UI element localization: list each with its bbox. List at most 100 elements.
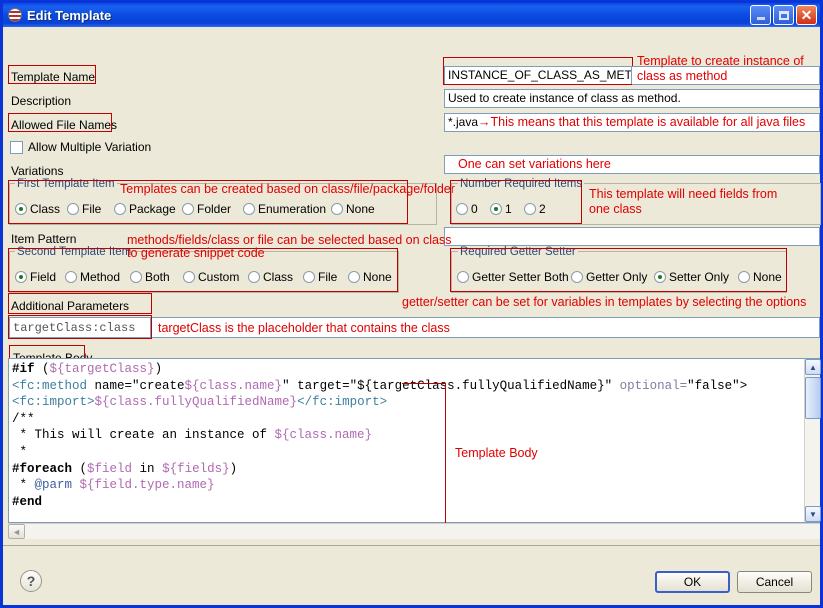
radio-dot-icon — [182, 203, 194, 215]
radio-second-class[interactable]: Class — [248, 270, 293, 284]
allow-multiple-variation-label: Allow Multiple Variation — [28, 140, 152, 154]
template-name-input[interactable]: INSTANCE_OF_CLASS_AS_METHOD — [444, 66, 632, 85]
chevron-left-icon: ◄ — [12, 526, 21, 537]
additional-parameters-annotation: targetClass is the placeholder that cont… — [158, 321, 450, 335]
code-line: <fc:method name="create${class.name}" ta… — [12, 378, 747, 395]
code-token: " — [282, 378, 298, 393]
code-token: * — [12, 444, 28, 459]
radio-setter-only[interactable]: Setter Only — [654, 270, 729, 284]
ok-button-label: OK — [683, 575, 702, 589]
code-token: "false" — [687, 378, 740, 393]
item-pattern-input[interactable] — [444, 227, 820, 246]
radio-dot-icon — [457, 271, 469, 283]
code-token: ${fields} — [162, 461, 230, 476]
radio-second-method[interactable]: Method — [65, 270, 120, 284]
radio-dot-icon — [243, 203, 255, 215]
code-token: "create — [132, 378, 185, 393]
help-button[interactable]: ? — [20, 570, 42, 592]
radio-getter-setter-both-label: Getter Setter Both — [472, 270, 569, 284]
chevron-down-icon: ▼ — [809, 509, 817, 519]
description-input[interactable]: Used to create instance of class as meth… — [444, 89, 820, 108]
allowed-file-names-label: Allowed File Names — [11, 118, 118, 132]
window-title: Edit Template — [27, 7, 112, 23]
vertical-scroll-thumb[interactable] — [805, 377, 821, 419]
minimize-icon — [756, 17, 765, 20]
edit-template-window: Edit Template ✕ Template Name INSTANCE_O… — [0, 0, 823, 608]
radio-getter-setter-both[interactable]: Getter Setter Both — [457, 270, 569, 284]
additional-parameters-input[interactable]: targetClass:class — [9, 317, 151, 338]
radio-getter-only-label: Getter Only — [586, 270, 648, 284]
close-icon: ✕ — [800, 7, 813, 23]
code-line: * This will create an instance of ${clas… — [12, 427, 747, 444]
help-icon: ? — [26, 573, 36, 589]
code-token: </fc:import> — [297, 395, 388, 410]
allow-multiple-variation-row[interactable]: Allow Multiple Variation — [10, 140, 151, 154]
code-token: ${field.type.name} — [79, 478, 215, 493]
radio-getter-only[interactable]: Getter Only — [571, 270, 647, 284]
code-token: #end — [12, 494, 43, 509]
code-token: target= — [297, 378, 350, 393]
allowed-file-names-value: *.java — [448, 115, 479, 129]
radio-second-none[interactable]: None — [348, 270, 392, 284]
allow-multiple-variation-checkbox[interactable] — [10, 140, 23, 154]
template-body-bracket-side — [445, 383, 446, 528]
radio-second-custom-label: Custom — [198, 270, 240, 284]
allowed-file-names-input[interactable]: *.java→This means that this template is … — [444, 113, 820, 132]
variations-annotation: One can set variations here — [458, 157, 611, 171]
template-body-horizontal-scrollbar[interactable]: ◄ — [8, 523, 820, 539]
radio-second-custom[interactable]: Custom — [183, 270, 239, 284]
radio-first-none[interactable]: None — [331, 202, 375, 216]
code-token: ( — [79, 461, 88, 476]
radio-second-file[interactable]: File — [303, 270, 337, 284]
allowed-file-names-annotation: →This means that this template is availa… — [478, 115, 806, 129]
code-token: @parm — [34, 478, 80, 493]
maximize-icon — [778, 10, 789, 20]
radio-required-1[interactable]: 1 — [490, 202, 512, 216]
code-line: #if (${targetClass}) — [12, 361, 747, 378]
template-name-annotation-line2: class as method — [637, 69, 728, 83]
scroll-up-button[interactable]: ▲ — [805, 359, 821, 375]
code-token: name= — [94, 378, 133, 393]
cancel-button[interactable]: Cancel — [737, 571, 812, 593]
radio-first-file[interactable]: File — [67, 202, 101, 216]
radio-required-2[interactable]: 2 — [524, 202, 546, 216]
number-required-items-group-title: Number Required Items — [458, 178, 585, 190]
scroll-left-button[interactable]: ◄ — [8, 524, 25, 539]
radio-second-both[interactable]: Both — [130, 270, 170, 284]
radio-first-folder[interactable]: Folder — [182, 202, 231, 216]
cancel-button-label: Cancel — [755, 575, 794, 589]
radio-required-0-label: 0 — [471, 202, 478, 216]
radio-required-0[interactable]: 0 — [456, 202, 478, 216]
code-token: > — [739, 378, 748, 393]
maximize-button[interactable] — [773, 5, 794, 25]
code-line: #end — [12, 494, 747, 511]
radio-getter-setter-none[interactable]: None — [738, 270, 782, 284]
minimize-button[interactable] — [750, 5, 771, 25]
radio-second-field[interactable]: Field — [15, 270, 56, 284]
code-token: ${class.name} — [274, 428, 373, 443]
ok-button[interactable]: OK — [655, 571, 730, 593]
template-body-code[interactable]: #if (${targetClass}) <fc:method name="cre… — [12, 361, 747, 510]
radio-dot-icon — [248, 271, 260, 283]
chevron-up-icon: ▲ — [809, 362, 817, 372]
radio-dot-icon — [490, 203, 502, 215]
radio-required-1-label: 1 — [505, 202, 512, 216]
radio-second-field-label: Field — [30, 270, 57, 284]
radio-first-class[interactable]: Class — [15, 202, 60, 216]
radio-getter-setter-none-label: None — [753, 270, 782, 284]
radio-first-package[interactable]: Package — [114, 202, 176, 216]
radio-dot-icon — [183, 271, 195, 283]
radio-setter-only-label: Setter Only — [669, 270, 730, 284]
radio-dot-icon — [15, 203, 27, 215]
radio-dot-icon — [654, 271, 666, 283]
radio-first-none-label: None — [346, 202, 375, 216]
code-line: <fc:import>${class.fullyQualifiedName}</… — [12, 394, 747, 411]
dialog-client-area: Template Name INSTANCE_OF_CLASS_AS_METHO… — [3, 27, 821, 605]
scroll-down-button[interactable]: ▼ — [805, 506, 821, 522]
template-body-vertical-scrollbar[interactable]: ▲ ▼ — [804, 359, 821, 522]
radio-first-enumeration[interactable]: Enumeration — [243, 202, 326, 216]
radio-first-folder-label: Folder — [197, 202, 232, 216]
radio-second-class-label: Class — [263, 270, 294, 284]
close-button[interactable]: ✕ — [796, 5, 817, 25]
first-template-item-group-title: First Template Item — [15, 178, 117, 190]
